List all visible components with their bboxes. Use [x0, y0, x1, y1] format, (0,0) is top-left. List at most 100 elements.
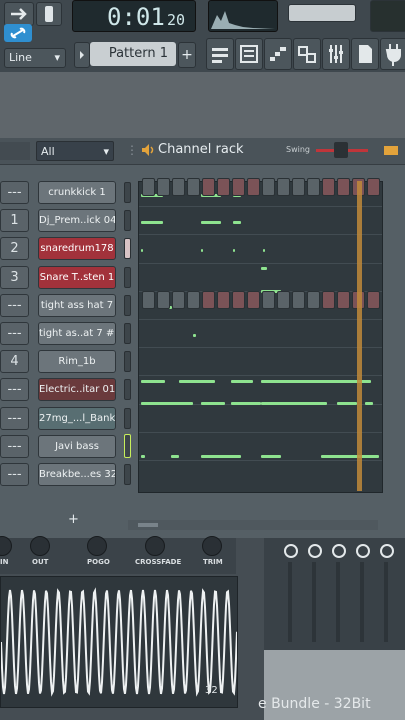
step-button[interactable]: [307, 178, 320, 196]
channel-mixer-track[interactable]: ---: [0, 378, 29, 402]
channel-name-button[interactable]: snaredrum178: [38, 237, 116, 261]
time-display[interactable]: 0:01 20: [72, 0, 196, 32]
note-block[interactable]: [233, 249, 235, 252]
channel-select-indicator[interactable]: [124, 182, 131, 203]
step-button[interactable]: [157, 291, 170, 309]
channel-name-button[interactable]: Javi bass: [38, 434, 116, 458]
mixer-icon[interactable]: [322, 38, 350, 70]
channel-mixer-track[interactable]: 1: [0, 209, 29, 233]
step-sequencer-grid[interactable]: [138, 178, 383, 493]
note-block[interactable]: [201, 249, 203, 252]
channel-name-button[interactable]: Electric..itar 01: [38, 378, 116, 402]
note-block[interactable]: [261, 380, 371, 383]
browser-icon[interactable]: [351, 38, 379, 70]
note-block[interactable]: [231, 402, 261, 405]
note-block[interactable]: [263, 249, 265, 252]
note-block[interactable]: [261, 455, 281, 458]
step-button[interactable]: [262, 291, 275, 309]
channel-mixer-track[interactable]: 4: [0, 350, 29, 374]
note-block[interactable]: [231, 380, 253, 383]
step-button[interactable]: [277, 178, 290, 196]
note-block[interactable]: [261, 267, 267, 270]
channel-mixer-track[interactable]: 3: [0, 265, 29, 289]
metronome-icon[interactable]: [36, 2, 62, 26]
arrow-right-icon[interactable]: [4, 2, 34, 26]
step-button[interactable]: [217, 291, 230, 309]
step-button[interactable]: [367, 178, 380, 196]
note-block[interactable]: [365, 402, 373, 405]
step-button[interactable]: [292, 178, 305, 196]
note-block[interactable]: [141, 221, 163, 224]
note-block[interactable]: [141, 380, 165, 383]
channel-select-indicator[interactable]: [124, 210, 131, 232]
note-block[interactable]: [201, 402, 225, 405]
pogo-knob[interactable]: [87, 536, 107, 556]
crossfade-knob[interactable]: [145, 536, 165, 556]
channel-mixer-track[interactable]: ---: [0, 181, 29, 204]
step-button[interactable]: [247, 291, 260, 309]
note-block[interactable]: [141, 402, 193, 405]
channel-select-indicator[interactable]: [124, 379, 131, 401]
step-button[interactable]: [202, 291, 215, 309]
note-block[interactable]: [337, 402, 357, 405]
add-pattern-button[interactable]: +: [178, 42, 196, 68]
step-button[interactable]: [202, 178, 215, 196]
speaker-icon[interactable]: [140, 142, 156, 158]
step-button[interactable]: [337, 178, 350, 196]
pattern-selector[interactable]: Pattern 1: [90, 42, 176, 66]
mixer-pan-knob[interactable]: [308, 544, 322, 558]
channel-name-button[interactable]: Dj_Prem..ick 04: [38, 209, 116, 233]
channel-select-indicator[interactable]: [124, 238, 131, 260]
channel-select-indicator[interactable]: [124, 323, 131, 344]
piano-roll-icon[interactable]: [264, 38, 292, 70]
step-button[interactable]: [262, 178, 275, 196]
step-button[interactable]: [157, 178, 170, 196]
note-block[interactable]: [201, 455, 241, 458]
channel-select-indicator[interactable]: [124, 407, 131, 429]
note-block[interactable]: [141, 455, 145, 458]
channel-name-button[interactable]: Snare T..sten 1: [38, 265, 116, 289]
mixer-pan-knob[interactable]: [332, 544, 346, 558]
channel-mixer-track[interactable]: ---: [0, 463, 29, 486]
channel-name-button[interactable]: Breakbe...es 32: [38, 463, 116, 486]
channel-mixer-track[interactable]: ---: [0, 322, 29, 345]
folder-icon[interactable]: [0, 142, 30, 160]
channel-name-button[interactable]: tight as..at 7 #2: [38, 322, 116, 345]
step-button[interactable]: [187, 178, 200, 196]
master-volume-slider[interactable]: [288, 4, 356, 22]
out-knob[interactable]: [30, 536, 50, 556]
in-knob[interactable]: [0, 536, 12, 556]
step-button[interactable]: [322, 291, 335, 309]
channel-mixer-track[interactable]: 2: [0, 237, 29, 261]
step-button[interactable]: [292, 291, 305, 309]
add-channel-button[interactable]: +: [68, 512, 79, 527]
plugin-picker-icon[interactable]: [293, 38, 321, 70]
channel-name-button[interactable]: Rim_1b: [38, 350, 116, 374]
drag-handle[interactable]: ⋮: [126, 143, 138, 157]
channel-mixer-track[interactable]: ---: [0, 406, 29, 430]
step-button[interactable]: [337, 291, 350, 309]
note-block[interactable]: [233, 221, 241, 224]
note-block[interactable]: [193, 334, 196, 337]
step-button[interactable]: [142, 291, 155, 309]
snap-select[interactable]: Line ▾: [4, 48, 66, 68]
channel-name-button[interactable]: 27mg_...l_Bank: [38, 406, 116, 430]
pattern-prev-button[interactable]: [74, 42, 90, 68]
channel-mixer-track[interactable]: ---: [0, 434, 29, 458]
plug-icon[interactable]: [380, 38, 405, 70]
mixer-fader-track[interactable]: [336, 562, 340, 642]
channel-rack-icon[interactable]: [235, 38, 263, 70]
channel-select-indicator[interactable]: [124, 294, 131, 316]
note-block[interactable]: [261, 402, 327, 405]
step-button[interactable]: [172, 291, 185, 309]
note-block[interactable]: [171, 455, 179, 458]
channel-select-indicator[interactable]: [124, 464, 131, 485]
note-block[interactable]: [141, 249, 143, 252]
note-block[interactable]: [201, 221, 221, 224]
playlist-icon[interactable]: [206, 38, 234, 70]
step-button[interactable]: [307, 291, 320, 309]
step-button[interactable]: [277, 291, 290, 309]
channel-select-indicator[interactable]: [124, 433, 131, 458]
step-button[interactable]: [322, 178, 335, 196]
channel-select-indicator[interactable]: [124, 351, 131, 373]
